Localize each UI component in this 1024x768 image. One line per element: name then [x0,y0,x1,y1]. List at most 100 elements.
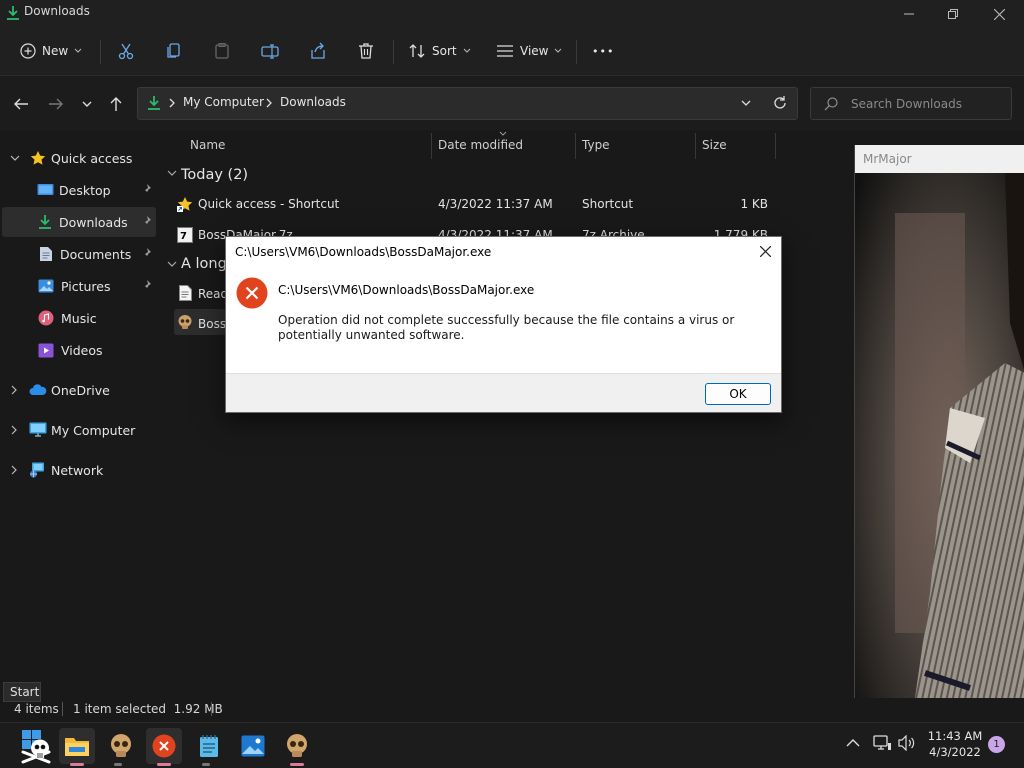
file-name[interactable]: Quick access - Shortcut [198,197,339,211]
skull-icon [111,734,131,757]
address-row: My Computer Downloads Search Downloads [0,76,1024,130]
group-header[interactable]: A long [181,256,227,272]
close-button[interactable] [976,0,1022,28]
videos-icon [38,343,54,357]
ok-button[interactable]: OK [705,383,771,405]
view-button[interactable]: View [496,28,562,74]
status-bar: 4 items 1 item selected 1.92 MB [0,698,854,722]
doll-image [855,173,1024,698]
start-button[interactable] [18,728,54,764]
collapse-chevron-icon[interactable] [167,170,177,177]
up-button[interactable] [105,94,127,114]
breadcrumb-separator [266,98,272,108]
breadcrumb-separator [169,98,175,108]
column-divider[interactable] [575,133,576,159]
rename-button[interactable] [261,28,279,74]
new-button[interactable]: New [20,28,82,74]
sidebar-item-label: Desktop [59,182,111,198]
sidebar-item-network[interactable]: Network [2,455,156,485]
volume-icon[interactable] [898,735,916,751]
file-size: 1 KB [740,197,768,211]
rename-icon [261,44,279,59]
share-icon [311,42,325,59]
more-options-button[interactable]: ••• [592,28,614,74]
notepad-icon [200,735,218,757]
svg-text:7: 7 [180,231,187,242]
column-divider[interactable] [775,133,776,159]
column-header-size[interactable]: Size [702,138,727,152]
forward-button[interactable] [45,94,67,114]
sidebar-item-quick-access[interactable]: Quick access [2,143,156,173]
downloads-icon [6,5,20,21]
dialog-message: Operation did not complete successfully … [278,313,735,342]
downloads-icon [147,95,161,111]
sidebar-item-onedrive[interactable]: OneDrive [2,375,156,405]
chevron-down-icon [82,101,92,107]
delete-button[interactable] [357,28,375,74]
back-button[interactable] [10,94,32,114]
group-header[interactable]: Today (2) [181,167,248,183]
sort-button[interactable]: Sort [408,28,471,74]
plus-circle-icon [20,43,36,59]
item-count: 4 items [14,702,59,716]
star-icon [30,151,46,165]
sidebar-item-desktop[interactable]: Desktop [2,175,156,205]
navigation-pane: Quick access Desktop Downloads Documents… [0,130,158,698]
column-header-type[interactable]: Type [582,138,610,152]
taskbar-skull-app[interactable] [103,728,139,764]
mrmajor-window[interactable]: MrMajor [854,145,1024,698]
taskbar-notepad[interactable] [191,728,227,764]
clock[interactable]: 11:43 AM 4/3/2022 [926,729,984,759]
file-name[interactable]: Read [198,287,228,301]
taskbar-file-explorer[interactable] [59,728,95,764]
view-label: View [520,44,549,58]
new-label: New [42,44,69,58]
running-indicator [157,763,171,766]
sidebar-item-label: My Computer [51,422,136,438]
recent-locations-button[interactable] [76,94,98,114]
address-history-icon[interactable] [741,100,751,107]
column-header-date-modified[interactable]: Date modified [438,138,523,152]
search-box[interactable]: Search Downloads [810,87,1012,120]
sidebar-item-pictures[interactable]: Pictures [2,271,156,301]
pin-icon [142,184,151,195]
column-header-name[interactable]: Name [190,138,225,152]
search-icon [824,97,838,111]
dialog-close-button[interactable] [755,241,775,261]
arrow-right-icon [49,98,63,110]
column-divider[interactable] [431,133,432,159]
file-list: Name Date modified Type Size Today (2) Q… [160,130,854,698]
text-file-icon [179,285,192,301]
window-title: Downloads [24,4,90,18]
breadcrumb-my-computer[interactable]: My Computer [183,95,264,109]
column-divider[interactable] [695,133,696,159]
network-tray-icon[interactable] [873,735,891,751]
tray-overflow-chevron-icon[interactable] [846,738,860,747]
running-indicator [70,763,84,766]
close-icon [759,245,771,257]
minimize-button[interactable] [886,0,932,28]
sidebar-item-label: Downloads [59,214,128,230]
taskbar-error-app[interactable] [146,728,182,764]
share-button[interactable] [309,28,327,74]
sidebar-item-label: Quick access [51,150,133,166]
sidebar-item-documents[interactable]: Documents [2,239,156,269]
archive-7z-icon: 7 [177,227,193,243]
sidebar-item-videos[interactable]: Videos [2,335,156,365]
refresh-icon[interactable] [772,95,788,111]
copy-button[interactable] [165,28,183,74]
paste-button[interactable] [213,28,231,74]
collapse-chevron-icon[interactable] [167,261,177,268]
sidebar-item-my-computer[interactable]: My Computer [2,415,156,445]
notification-badge[interactable]: 1 [988,736,1005,753]
taskbar-skull-app-2[interactable] [279,728,315,764]
cut-button[interactable] [117,28,135,74]
taskbar-photos[interactable] [235,728,271,764]
sidebar-item-downloads[interactable]: Downloads [2,207,156,237]
pin-icon [142,280,151,291]
breadcrumb-downloads[interactable]: Downloads [280,95,346,109]
restore-button[interactable] [930,0,976,28]
address-bar[interactable]: My Computer Downloads [137,87,798,120]
dialog-footer: OK [226,373,781,412]
sidebar-item-music[interactable]: Music [2,303,156,333]
